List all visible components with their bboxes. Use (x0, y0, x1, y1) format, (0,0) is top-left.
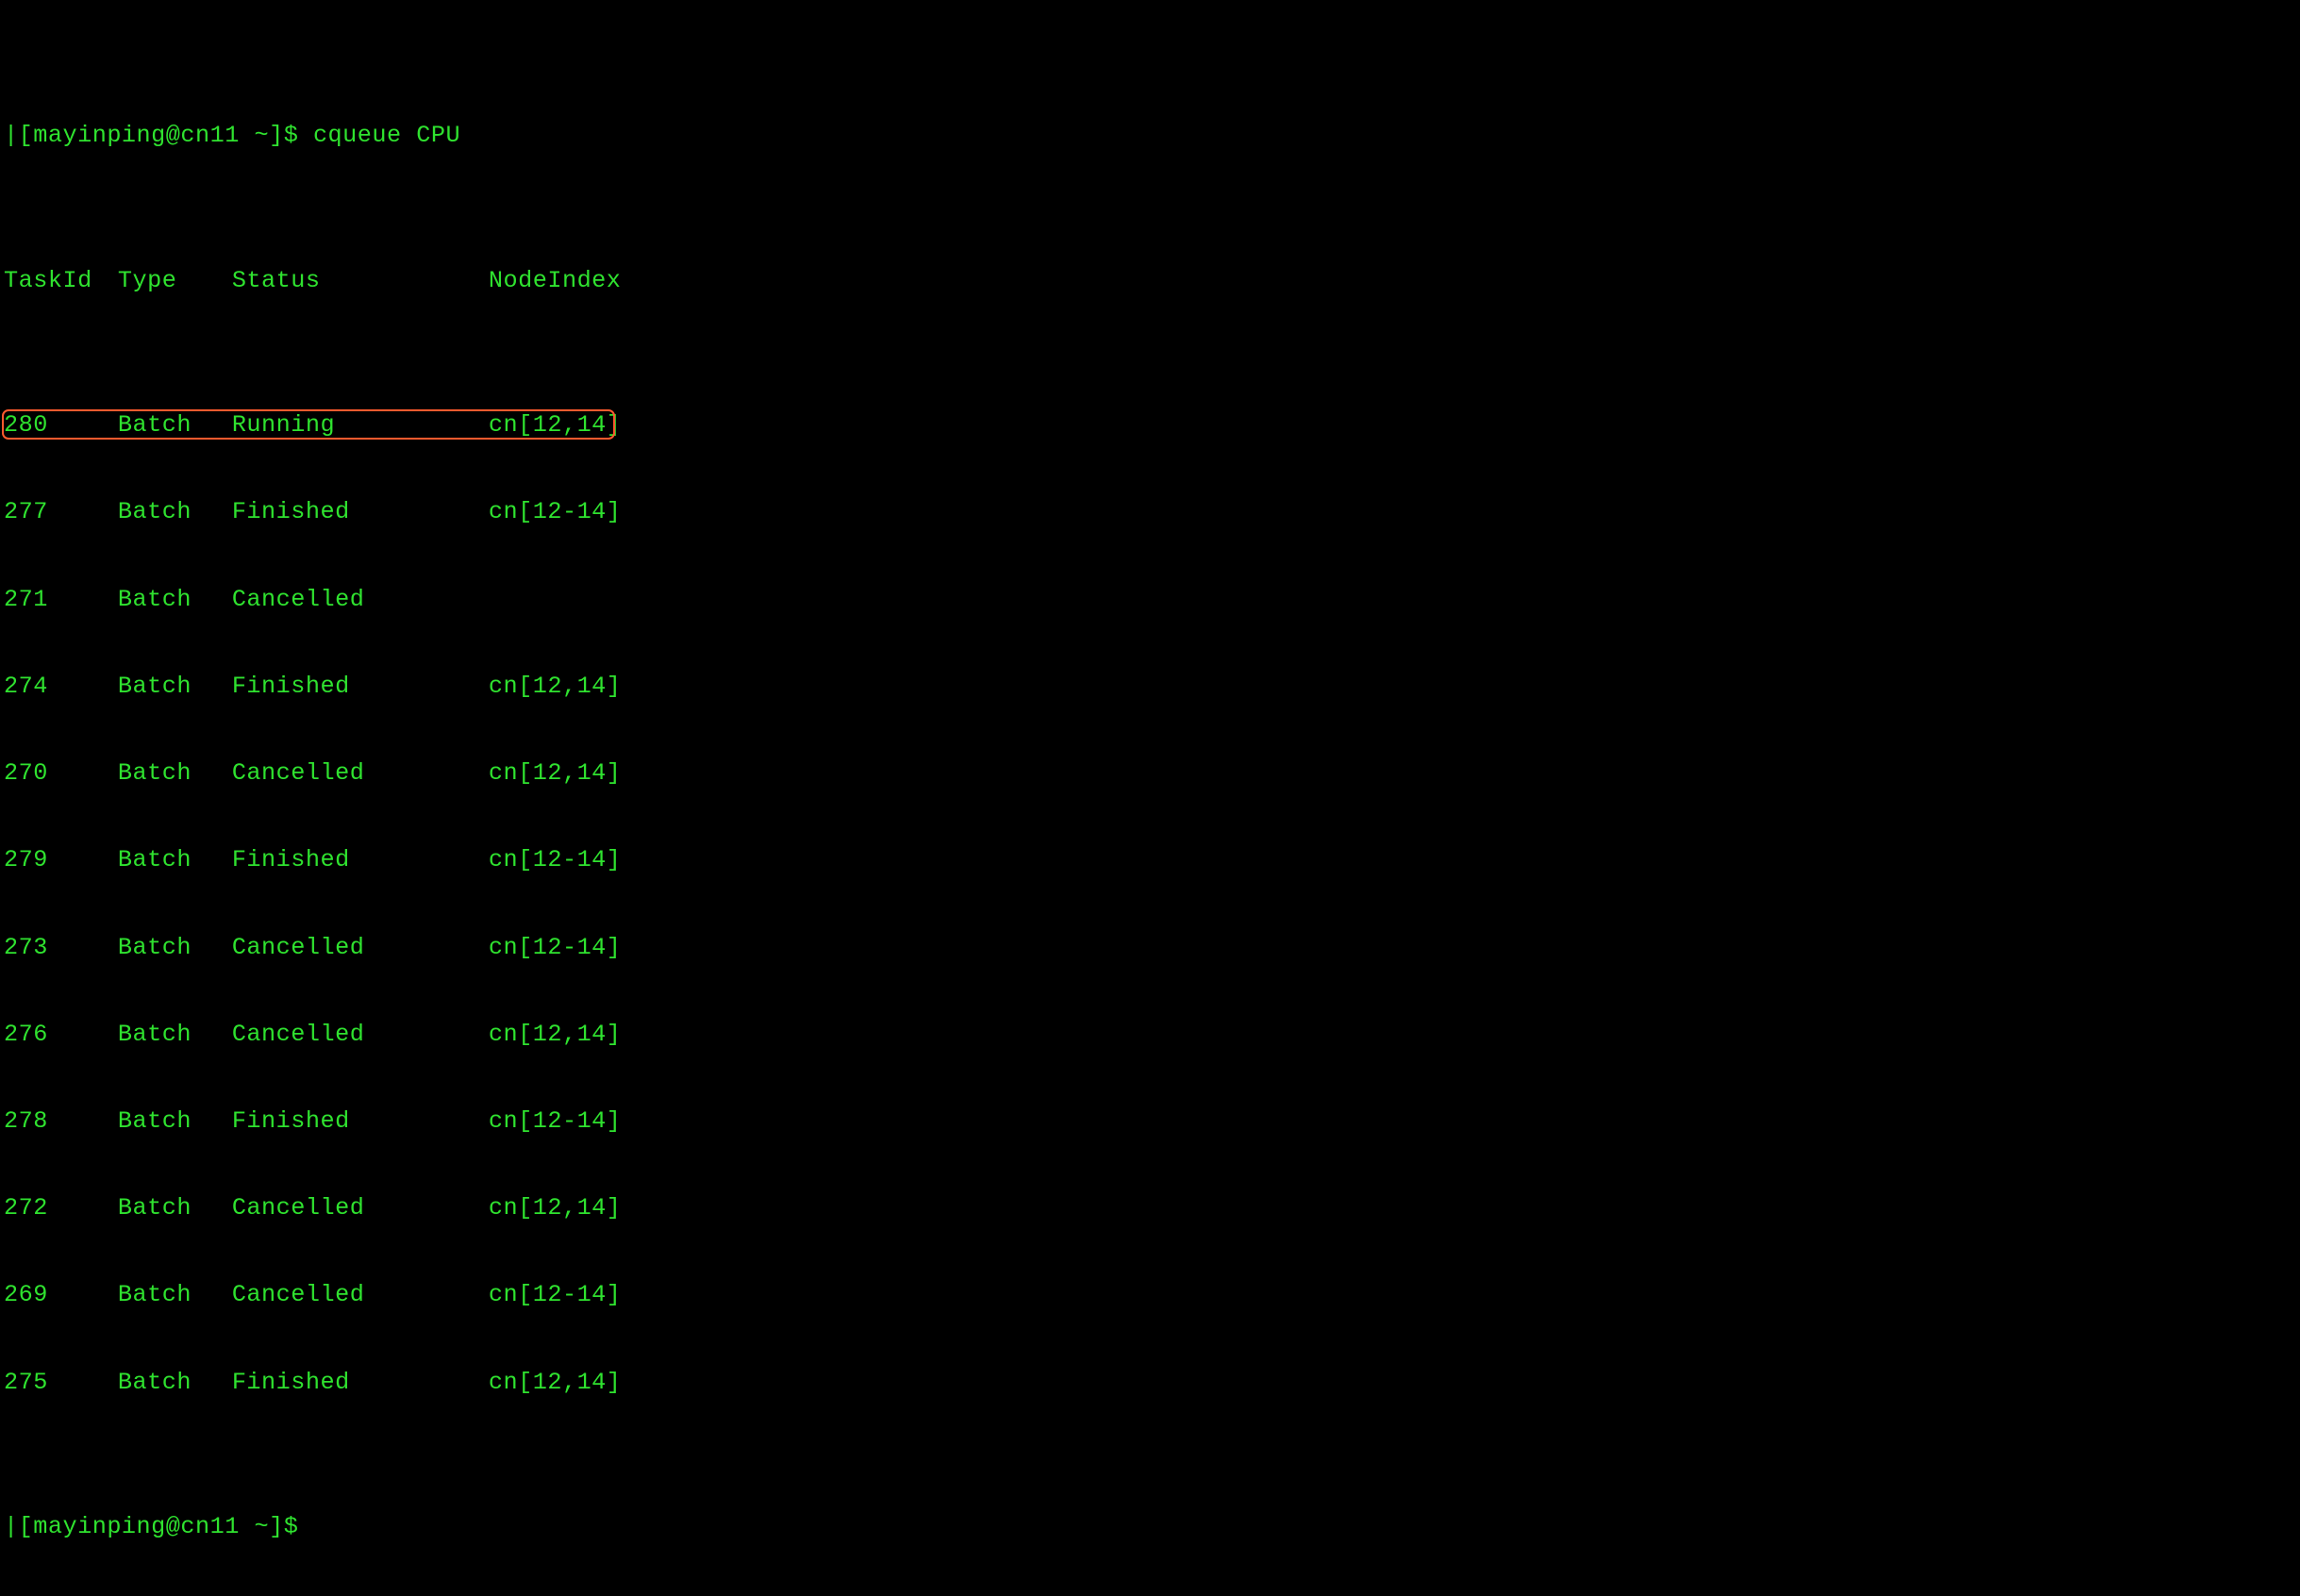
cell-taskid: 280 (4, 411, 118, 441)
cell-nodeindex: cn[12-14] (489, 934, 622, 963)
cell-taskid: 271 (4, 586, 118, 615)
cell-status: Cancelled (232, 1194, 489, 1223)
cell-taskid: 275 (4, 1369, 118, 1398)
table-header: TaskIdTypeStatusNodeIndex (4, 267, 2300, 296)
cell-status: Cancelled (232, 586, 489, 615)
cell-type: Batch (118, 1021, 232, 1050)
cell-nodeindex: cn[12-14] (489, 846, 622, 875)
cell-nodeindex: cn[12,14] (489, 411, 622, 441)
table-row: 270BatchCancelledcn[12,14] (4, 759, 2300, 789)
cell-status: Finished (232, 846, 489, 875)
header-type: Type (118, 267, 232, 296)
cell-type: Batch (118, 846, 232, 875)
header-nodeindex: NodeIndex (489, 267, 622, 296)
cell-type: Batch (118, 759, 232, 789)
cursor-bar-icon: | (4, 122, 19, 149)
table-row: 269BatchCancelledcn[12-14] (4, 1281, 2300, 1310)
table-row: 279BatchFinishedcn[12-14] (4, 846, 2300, 875)
terminal-output[interactable]: |[mayinping@cn11 ~]$ cqueue CPU TaskIdTy… (0, 0, 2300, 1596)
table-row: 271BatchCancelled (4, 586, 2300, 615)
cell-status: Finished (232, 1107, 489, 1137)
cursor-bar-icon: | (4, 1513, 19, 1540)
cell-type: Batch (118, 673, 232, 702)
cell-taskid: 272 (4, 1194, 118, 1223)
table-row: 280BatchRunningcn[12,14] (4, 411, 2300, 441)
cell-taskid: 279 (4, 846, 118, 875)
cell-taskid: 270 (4, 759, 118, 789)
cell-status: Finished (232, 1369, 489, 1398)
cell-type: Batch (118, 1281, 232, 1310)
table-row: 277BatchFinishedcn[12-14] (4, 498, 2300, 527)
cell-nodeindex: cn[12-14] (489, 498, 622, 527)
table-row: 274BatchFinishedcn[12,14] (4, 673, 2300, 702)
command-cqueue: cqueue CPU (313, 122, 460, 149)
cell-status: Cancelled (232, 1281, 489, 1310)
table-row: 276BatchCancelledcn[12,14] (4, 1021, 2300, 1050)
cell-taskid: 276 (4, 1021, 118, 1050)
cell-type: Batch (118, 934, 232, 963)
shell-prompt: [mayinping@cn11 ~]$ (19, 122, 299, 149)
cell-status: Cancelled (232, 934, 489, 963)
cell-nodeindex: cn[12,14] (489, 759, 622, 789)
cell-type: Batch (118, 1194, 232, 1223)
header-taskid: TaskId (4, 267, 118, 296)
cell-status: Cancelled (232, 1021, 489, 1050)
cell-nodeindex: cn[12-14] (489, 1107, 622, 1137)
cell-nodeindex: cn[12-14] (489, 1281, 622, 1310)
table-row: 273BatchCancelledcn[12-14] (4, 934, 2300, 963)
cell-status: Finished (232, 498, 489, 527)
table-row: 278BatchFinishedcn[12-14] (4, 1107, 2300, 1137)
cell-type: Batch (118, 498, 232, 527)
cell-status: Finished (232, 673, 489, 702)
cell-taskid: 273 (4, 934, 118, 963)
shell-prompt: [mayinping@cn11 ~]$ (19, 1513, 299, 1540)
cell-status: Cancelled (232, 759, 489, 789)
header-status: Status (232, 267, 489, 296)
cell-status: Running (232, 411, 489, 441)
cell-type: Batch (118, 1369, 232, 1398)
cell-nodeindex: cn[12,14] (489, 1369, 622, 1398)
cell-taskid: 269 (4, 1281, 118, 1310)
prompt-line[interactable]: |[mayinping@cn11 ~]$ cqueue CPU (4, 122, 2300, 151)
cell-taskid: 278 (4, 1107, 118, 1137)
cell-taskid: 274 (4, 673, 118, 702)
table-row: 275BatchFinishedcn[12,14] (4, 1369, 2300, 1398)
cell-nodeindex: cn[12,14] (489, 1194, 622, 1223)
cell-type: Batch (118, 1107, 232, 1137)
cell-nodeindex: cn[12,14] (489, 1021, 622, 1050)
cell-nodeindex: cn[12,14] (489, 673, 622, 702)
prompt-line[interactable]: |[mayinping@cn11 ~]$ (4, 1513, 2300, 1542)
cell-type: Batch (118, 586, 232, 615)
cell-taskid: 277 (4, 498, 118, 527)
cell-type: Batch (118, 411, 232, 441)
table-row: 272BatchCancelledcn[12,14] (4, 1194, 2300, 1223)
